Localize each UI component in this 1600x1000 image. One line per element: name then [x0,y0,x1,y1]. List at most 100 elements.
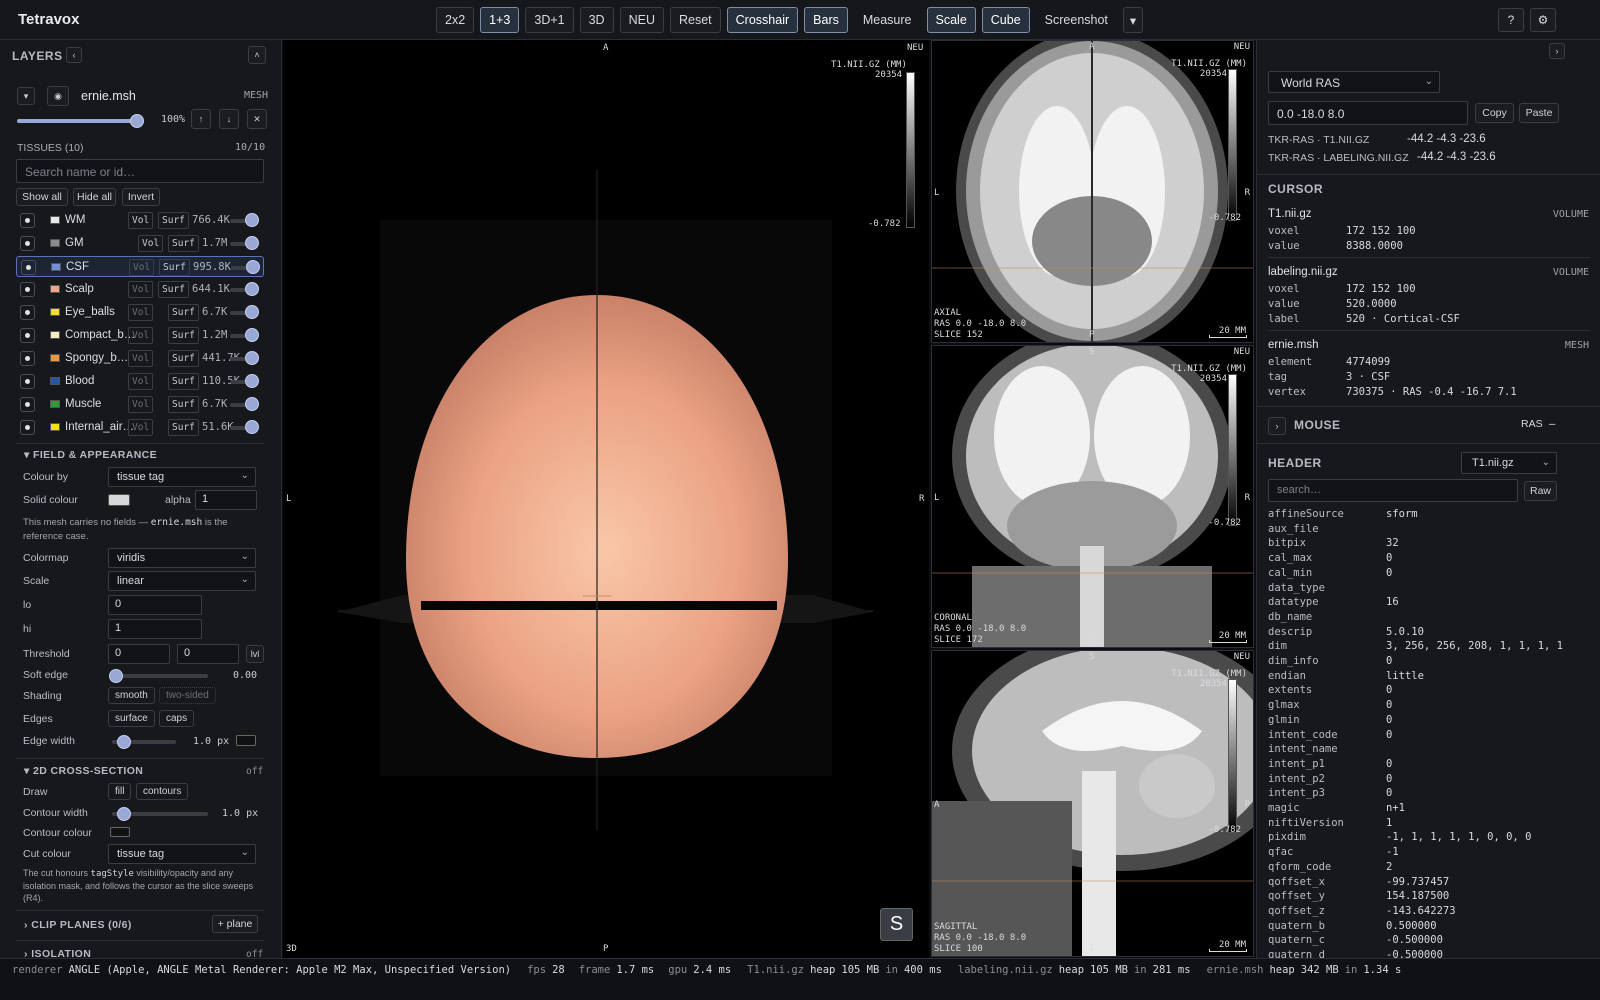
soft-edge-slider[interactable] [109,669,123,683]
tissue-opacity-slider[interactable] [245,374,259,388]
isolation-toggle[interactable]: › ISOLATION [24,948,91,958]
tissue-vol-toggle[interactable]: Vol [128,327,154,344]
tissue-opacity-slider[interactable] [245,236,259,250]
tissue-color-swatch[interactable] [50,285,60,293]
add-plane-button[interactable]: + plane [212,915,258,933]
contour-colour-swatch[interactable] [110,827,130,837]
soft-edge-track[interactable] [112,674,208,678]
tissue-surf-toggle[interactable]: Surf [168,396,199,413]
shading-two-sided-button[interactable]: two-sided [159,687,216,704]
tissue-row[interactable]: Scalp Vol Surf 644.1K [16,279,264,300]
cross-section-toggle[interactable]: ▾ 2D CROSS-SECTION [24,765,143,777]
slice-view-axial[interactable]: NEU A P L R T1.NII.GZ (MM) 20354 -0.782 AXIAL RAS… [931,40,1254,343]
tissue-opacity-slider[interactable] [246,260,260,274]
tissue-row[interactable]: GM Vol Surf 1.7M [16,233,264,254]
tissue-visibility-eye-icon[interactable] [20,328,35,343]
tissue-opacity-slider[interactable] [245,351,259,365]
move-down-icon[interactable]: ↓ [219,109,239,129]
invert-button[interactable]: Invert [122,188,160,206]
tissue-row[interactable]: Blood Vol Surf 110.5K [16,371,264,392]
tissue-visibility-eye-icon[interactable] [20,305,35,320]
clip-planes-toggle[interactable]: › CLIP PLANES (0/6) [24,919,132,931]
toolbar-button-2x2[interactable]: 2x2 [436,7,475,33]
colour-by-select[interactable]: tissue tag ⌄ [108,467,256,487]
alpha-input[interactable]: 1 [195,490,257,510]
tissue-row[interactable]: Internal_air… Vol Surf 51.6K [16,417,264,438]
header-file-select[interactable]: T1.nii.gz ⌄ [1461,452,1557,474]
collapse-left-icon[interactable]: ‹ [66,47,82,63]
tissue-surf-toggle[interactable]: Surf [168,235,199,252]
colormap-select[interactable]: viridis ⌄ [108,548,256,568]
tissue-color-swatch[interactable] [50,423,60,431]
tissue-visibility-eye-icon[interactable] [20,374,35,389]
hide-all-button[interactable]: Hide all [73,188,116,206]
tissue-opacity-slider[interactable] [245,420,259,434]
tissue-color-swatch[interactable] [50,239,60,247]
hi-input[interactable]: 1 [108,619,202,639]
tissue-row[interactable]: Compact_b… Vol Surf 1.2M [16,325,264,346]
tissue-opacity-slider[interactable] [245,397,259,411]
tissue-row[interactable]: Eye_balls Vol Surf 6.7K [16,302,264,323]
tissue-vol-toggle[interactable]: Vol [128,373,154,390]
settings-gear-icon[interactable]: ⚙ [1530,8,1556,32]
tissue-visibility-eye-icon[interactable] [20,236,35,251]
mouse-expand-icon[interactable]: › [1268,417,1286,435]
slice-view-coronal[interactable]: NEU S I L R T1.NII.GZ (MM) 20354 -0.782 CORONAL R… [931,345,1254,648]
help-button[interactable]: ? [1498,8,1524,32]
toolbar-button-cube[interactable]: Cube [981,7,1030,33]
field-appearance-toggle[interactable]: ▾ FIELD & APPEARANCE [24,449,157,461]
toolbar-button-bars[interactable]: Bars [804,7,848,33]
tissue-visibility-eye-icon[interactable] [20,351,35,366]
tissue-row[interactable]: Muscle Vol Surf 6.7K [16,394,264,415]
tissue-surf-toggle[interactable]: Surf [168,419,199,436]
toolbar-button-screenshot[interactable]: Screenshot [1036,7,1117,33]
tissue-color-swatch[interactable] [50,308,60,316]
tissue-visibility-eye-icon[interactable] [20,213,35,228]
scale-select[interactable]: linear ⌄ [108,571,256,591]
3d-viewport[interactable]: A P L R 3D NEU T1.NII.GZ (MM) 20354 -0.7… [283,40,929,958]
tissue-surf-toggle[interactable]: Surf [159,259,190,276]
threshold-min-input[interactable]: 0 [108,644,170,664]
paste-coords-button[interactable]: Paste [1519,103,1559,123]
tissue-vol-toggle[interactable]: Vol [128,281,154,298]
tissue-surf-toggle[interactable]: Surf [158,281,189,298]
coordinate-input[interactable]: 0.0 -18.0 8.0 [1268,101,1468,125]
edge-width-slider[interactable] [117,735,131,749]
tissue-opacity-slider[interactable] [245,305,259,319]
toolbar-button-neu[interactable]: NEU [619,7,664,33]
toolbar-button-scale[interactable]: Scale [926,7,976,33]
mesh-expand-chevron-icon[interactable]: ▾ [17,87,35,105]
tissue-opacity-slider[interactable] [245,213,259,227]
tissue-vol-toggle[interactable]: Vol [138,235,164,252]
tissue-color-swatch[interactable] [51,263,61,271]
tissue-surf-toggle[interactable]: Surf [168,350,199,367]
show-all-button[interactable]: Show all [16,188,68,206]
slice-view-sagittal[interactable]: NEU S I A P T1.NII.GZ (MM) 20354 -0.782 SAGITTAL… [931,650,1254,957]
solid-colour-swatch[interactable] [108,494,130,506]
tissue-vol-toggle[interactable]: Vol [128,350,154,367]
tissue-color-swatch[interactable] [50,400,60,408]
toolbar-button-3d[interactable]: 3D [579,7,614,33]
collapse-right-icon[interactable]: › [1549,43,1565,59]
toolbar-button-3d-1[interactable]: 3D+1 [525,7,574,33]
orientation-s-button[interactable]: S [880,908,913,941]
remove-layer-close-icon[interactable]: ✕ [247,109,267,129]
copy-coords-button[interactable]: Copy [1475,103,1514,123]
cut-colour-select[interactable]: tissue tag ⌄ [108,844,256,864]
tissue-color-swatch[interactable] [50,216,60,224]
header-search-input[interactable]: search… [1268,479,1518,502]
tissue-visibility-eye-icon[interactable] [20,420,35,435]
tissue-color-swatch[interactable] [50,354,60,362]
edges-caps-button[interactable]: caps [159,710,195,727]
tissue-visibility-eye-icon[interactable] [20,282,35,297]
toolbar-button-crosshair[interactable]: Crosshair [726,7,799,33]
coordinate-space-select[interactable]: World RAS ⌄ [1268,71,1440,93]
tissue-opacity-slider[interactable] [245,282,259,296]
collapse-panel-icon[interactable]: ˄ [248,46,266,64]
tissue-surf-toggle[interactable]: Surf [168,373,199,390]
mesh-visibility-eye-icon[interactable]: ◉ [47,86,69,106]
threshold-max-input[interactable]: 0 [177,644,239,664]
tissue-opacity-slider[interactable] [245,328,259,342]
tissue-row[interactable]: CSF Vol Surf 995.8K [16,256,264,277]
shading-smooth-button[interactable]: smooth [108,687,155,704]
